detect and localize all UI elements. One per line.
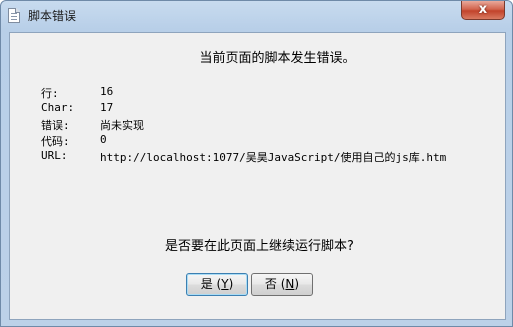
detail-value: 17 <box>100 101 114 114</box>
dialog-body: 当前页面的脚本发生错误。 行: 16 Char: 17 错误: 尚未实现 代码:… <box>9 32 506 320</box>
no-button-label: 否 <box>264 277 277 291</box>
no-accelerator: N <box>285 277 295 291</box>
detail-value: 0 <box>100 133 107 146</box>
detail-label: 代码: <box>41 135 70 148</box>
yes-accelerator: Y <box>221 277 229 291</box>
detail-value: 尚未实现 <box>100 119 144 132</box>
yes-button-label: 是 <box>200 277 213 291</box>
close-icon: x <box>478 2 488 17</box>
yes-button[interactable]: 是 (Y) <box>186 273 248 296</box>
continue-question: 是否要在此页面上继续运行脚本? <box>165 239 354 254</box>
detail-label: 错误: <box>41 119 70 132</box>
no-button[interactable]: 否 (N) <box>251 273 313 296</box>
detail-value: 16 <box>100 85 114 98</box>
detail-value: http://localhost:1077/吴昊JavaScript/使用自己的… <box>100 151 447 164</box>
window-title: 脚本错误 <box>28 9 77 23</box>
script-error-dialog: 脚本错误 x 当前页面的脚本发生错误。 行: 16 Char: 17 错误: 尚… <box>0 0 513 327</box>
document-icon <box>8 8 20 23</box>
error-headline: 当前页面的脚本发生错误。 <box>199 51 356 66</box>
detail-label: URL: <box>41 149 68 162</box>
detail-label: 行: <box>41 87 59 100</box>
detail-label: Char: <box>41 101 75 114</box>
title-bar[interactable]: 脚本错误 x <box>1 1 512 31</box>
close-button[interactable]: x <box>461 1 505 20</box>
